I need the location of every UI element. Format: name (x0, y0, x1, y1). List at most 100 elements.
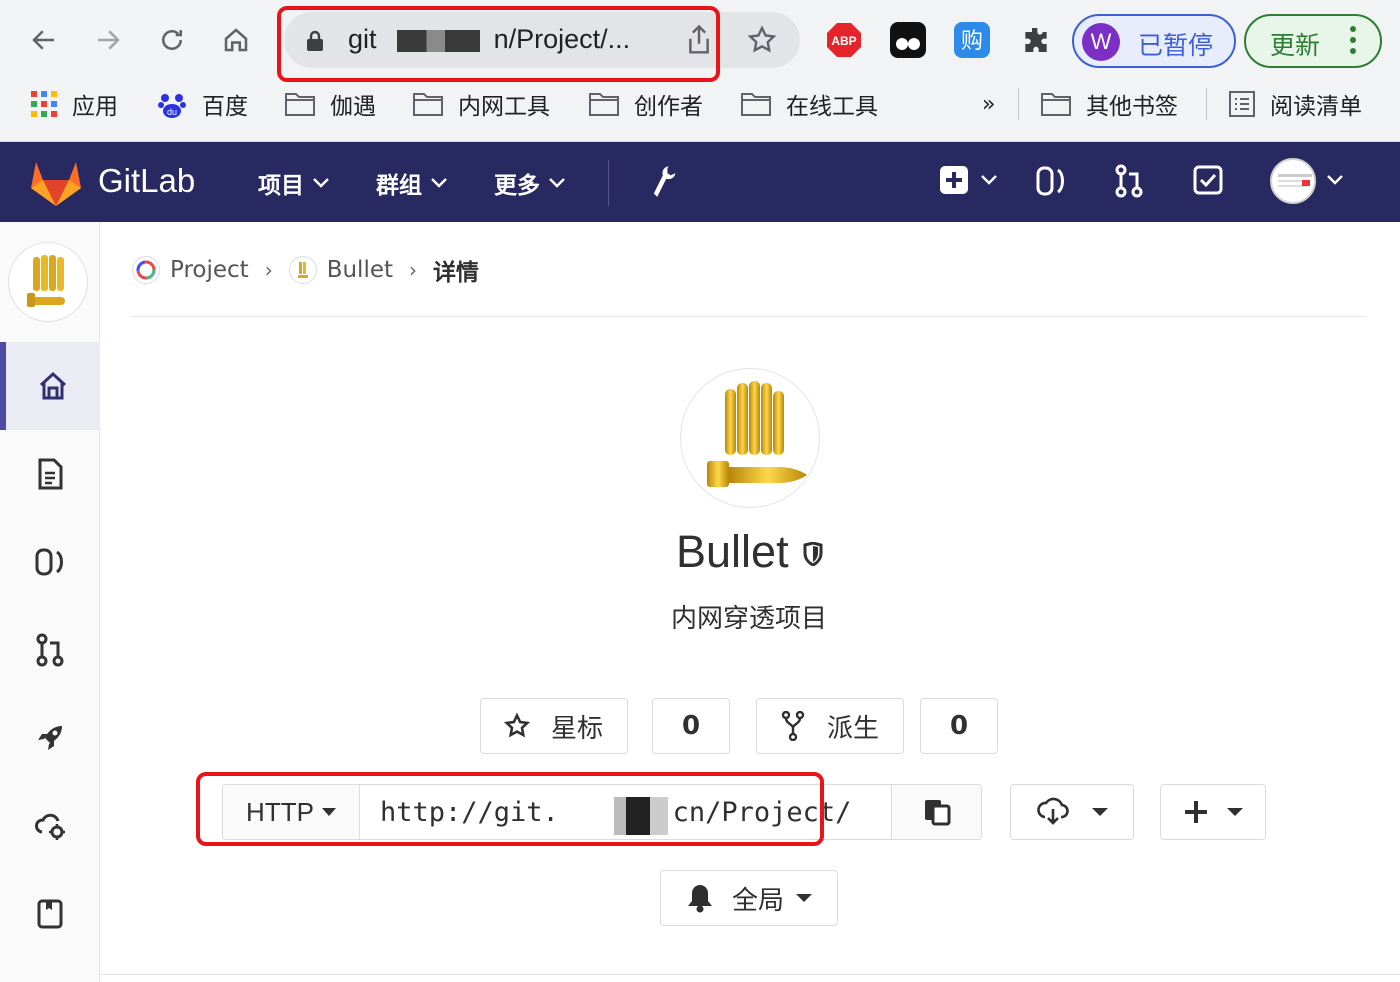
download-dropdown-button[interactable] (1010, 784, 1134, 840)
todos-icon[interactable] (1192, 164, 1224, 196)
fork-button[interactable]: 派生 (756, 698, 904, 754)
url-text: git n/Project/... (348, 24, 630, 55)
menu-more[interactable]: 更多 (494, 166, 566, 200)
folder-icon (588, 91, 620, 117)
star-icon (503, 712, 531, 738)
add-dropdown-button[interactable] (1160, 784, 1266, 840)
menu-label: 项目 (258, 173, 304, 199)
back-button[interactable] (24, 20, 64, 60)
star-button[interactable]: 星标 (480, 698, 628, 754)
bookmark-label: 伽遇 (330, 94, 376, 120)
gitlab-brand[interactable]: GitLab (98, 162, 195, 200)
bookmarks-bar: 应用 du 百度 伽遇 内网工具 创作者 在线工具 » 其他书签 阅读清单 (0, 82, 1400, 126)
bookmark-folder-creator[interactable]: 创作者 (588, 88, 703, 120)
chevron-right-icon: › (264, 258, 273, 282)
home-button[interactable] (216, 20, 256, 60)
fork-icon (781, 711, 805, 741)
bookmark-other[interactable]: 其他书签 (1040, 88, 1178, 120)
folder-icon (740, 91, 772, 117)
apps-grid-icon (30, 90, 58, 118)
merge-requests-icon[interactable] (1114, 164, 1144, 198)
reading-list-icon (1228, 90, 1256, 118)
shopping-extension[interactable]: 购 (954, 22, 990, 58)
clone-url-input[interactable]: http://git. .cn/Project/ (360, 784, 892, 840)
content-divider (100, 974, 1400, 975)
share-icon[interactable] (684, 24, 714, 60)
project-avatar-icon (288, 256, 317, 284)
plus-square-icon (940, 166, 968, 194)
sidebar-item-issues[interactable] (0, 518, 100, 606)
sidebar-item-repository[interactable] (0, 430, 100, 518)
svg-text:du: du (167, 107, 177, 117)
folder-icon (284, 91, 316, 117)
adblock-extension[interactable]: ABP (826, 22, 862, 58)
caret-down-icon (796, 894, 812, 902)
tampermonkey-extension[interactable] (890, 22, 926, 58)
clone-url-redaction (608, 797, 668, 835)
sidebar-item-ci-cd[interactable] (0, 694, 100, 782)
update-button[interactable]: 更新 (1244, 14, 1382, 68)
bookmark-folder-intranet-tools[interactable]: 内网工具 (412, 88, 550, 120)
bookmark-separator (1018, 88, 1019, 120)
user-avatar[interactable] (1270, 158, 1316, 204)
reload-button[interactable] (152, 20, 192, 60)
admin-wrench-icon[interactable] (650, 164, 678, 198)
copy-url-button[interactable] (892, 784, 982, 840)
menu-label: 群组 (376, 173, 422, 199)
bookmarks-overflow-button[interactable]: » (982, 88, 995, 120)
profile-avatar: W (1082, 23, 1120, 61)
sidebar-item-project-home[interactable] (0, 342, 100, 430)
bookmark-folder-online-tools[interactable]: 在线工具 (740, 88, 878, 120)
gitlab-logo-icon[interactable] (30, 160, 82, 210)
bookmark-baidu[interactable]: du 百度 (156, 88, 248, 120)
chevron-down-icon (430, 177, 448, 189)
chevron-down-icon[interactable] (1326, 174, 1344, 186)
forward-button[interactable] (88, 20, 128, 60)
clone-protocol-dropdown[interactable]: HTTP (222, 784, 360, 840)
bookmark-label: 内网工具 (458, 94, 550, 120)
extensions-button[interactable] (1018, 22, 1054, 58)
caret-down-icon (1227, 808, 1243, 816)
bookmark-separator (1206, 88, 1207, 120)
breadcrumb-group[interactable]: Project (170, 257, 249, 283)
breadcrumb-project[interactable]: Bullet (327, 257, 393, 283)
url-suffix: n/Project/... (493, 24, 631, 54)
bookmark-label: 百度 (202, 94, 248, 120)
profile-button[interactable]: W 已暂停 (1072, 14, 1236, 68)
update-label: 更新 (1270, 31, 1321, 60)
new-item-button[interactable] (938, 164, 998, 196)
arrow-right-icon (98, 30, 120, 50)
project-avatar-small[interactable] (8, 242, 88, 322)
fork-count[interactable]: 0 (920, 698, 998, 754)
star-count[interactable]: 0 (652, 698, 730, 754)
menu-groups[interactable]: 群组 (376, 166, 448, 200)
chevron-down-icon (548, 177, 566, 189)
breadcrumb: Project › Bullet › 详情 (132, 250, 479, 290)
sidebar-item-operations[interactable] (0, 782, 100, 870)
bookmark-label: 创作者 (634, 94, 703, 120)
profile-status: 已暂停 (1138, 31, 1214, 60)
cloud-gear-icon (35, 813, 65, 840)
bookmark-apps[interactable]: 应用 (30, 88, 118, 120)
star-label: 星标 (551, 713, 604, 744)
address-bar[interactable]: git n/Project/... (284, 12, 800, 68)
menu-projects[interactable]: 项目 (258, 166, 330, 200)
home-icon (224, 28, 248, 52)
url-redaction (388, 29, 481, 52)
clone-protocol-label: HTTP (246, 796, 314, 827)
bookmark-star-icon[interactable] (746, 24, 778, 60)
url-prefix: git (348, 24, 377, 54)
notification-dropdown-button[interactable]: 全局 (660, 870, 838, 926)
bookmark-folder-jiayu[interactable]: 伽遇 (284, 88, 376, 120)
project-title: Bullet (676, 526, 823, 578)
shopping-icon: 购 (961, 29, 983, 54)
reading-list-button[interactable]: 阅读清单 (1228, 88, 1362, 120)
issues-icon (35, 548, 63, 576)
breadcrumb-current[interactable]: 详情 (433, 253, 479, 287)
sidebar-item-wiki[interactable] (0, 870, 100, 958)
bookmark-label: 应用 (72, 94, 118, 120)
reload-icon (162, 30, 182, 50)
issues-icon[interactable] (1036, 164, 1066, 198)
browser-chrome: git n/Project/... ABP 购 W 已暂停 更新 应用 du 百… (0, 0, 1400, 142)
plus-icon (1185, 801, 1207, 823)
